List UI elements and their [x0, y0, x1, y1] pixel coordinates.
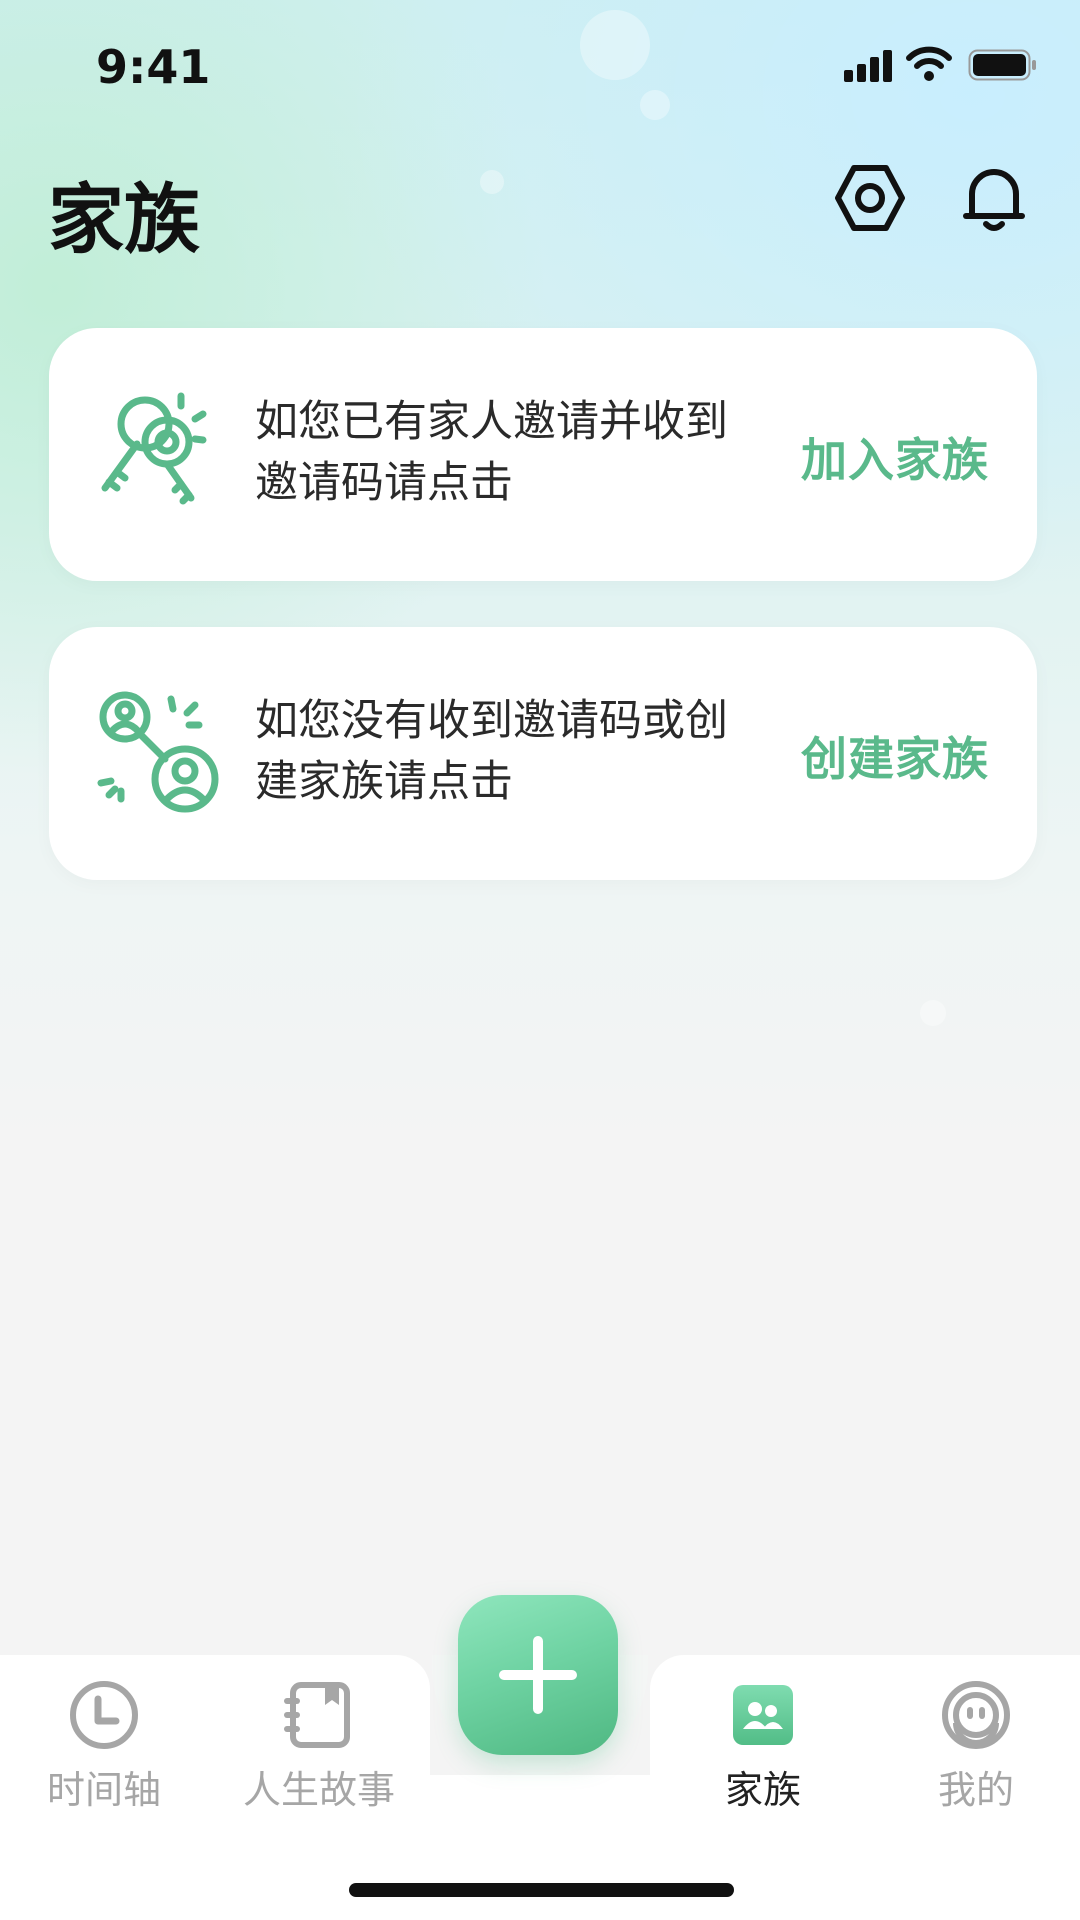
connect-users-icon: [97, 691, 219, 813]
tab-mine[interactable]: 我的: [886, 1679, 1066, 1812]
create-family-description: 如您没有收到邀请码或创建家族请点击: [255, 696, 728, 807]
notifications-button[interactable]: [958, 162, 1030, 234]
create-family-card[interactable]: 如您没有收到邀请码或创建家族请点击 创建家族: [49, 627, 1037, 880]
status-time: 9:41: [96, 40, 211, 94]
keys-icon: [101, 392, 207, 505]
status-bar: 9:41: [0, 0, 1080, 130]
plus-icon: [499, 1636, 577, 1714]
bell-icon: [963, 169, 1025, 231]
signal-icon: [844, 50, 892, 82]
notebook-icon: [284, 1682, 350, 1748]
battery-icon: [968, 49, 1036, 81]
tab-life-stories[interactable]: 人生故事: [229, 1679, 409, 1812]
tab-label: 我的: [937, 1768, 1014, 1812]
tab-family[interactable]: 家族: [673, 1679, 853, 1812]
tab-label: 人生故事: [242, 1768, 395, 1812]
settings-button[interactable]: [834, 162, 906, 234]
home-indicator: [349, 1883, 734, 1897]
bokeh-dot: [920, 1000, 946, 1026]
wifi-icon: [906, 46, 952, 81]
tab-label: 时间轴: [46, 1768, 161, 1812]
join-family-description: 如您已有家人邀请并收到邀请码请点击: [255, 397, 728, 508]
tab-timeline[interactable]: 时间轴: [14, 1679, 194, 1812]
page-title: 家族: [48, 175, 200, 264]
join-family-card[interactable]: 如您已有家人邀请并收到邀请码请点击 加入家族: [49, 328, 1037, 581]
settings-icon: [835, 165, 905, 231]
clock-icon: [70, 1681, 138, 1749]
create-family-button[interactable]: 创建家族: [801, 723, 989, 789]
face-icon: [942, 1681, 1010, 1749]
tab-label: 家族: [724, 1768, 801, 1812]
bokeh-dot: [480, 170, 504, 194]
join-family-button[interactable]: 加入家族: [801, 424, 989, 490]
add-button[interactable]: [458, 1595, 618, 1755]
family-icon: [733, 1685, 793, 1745]
